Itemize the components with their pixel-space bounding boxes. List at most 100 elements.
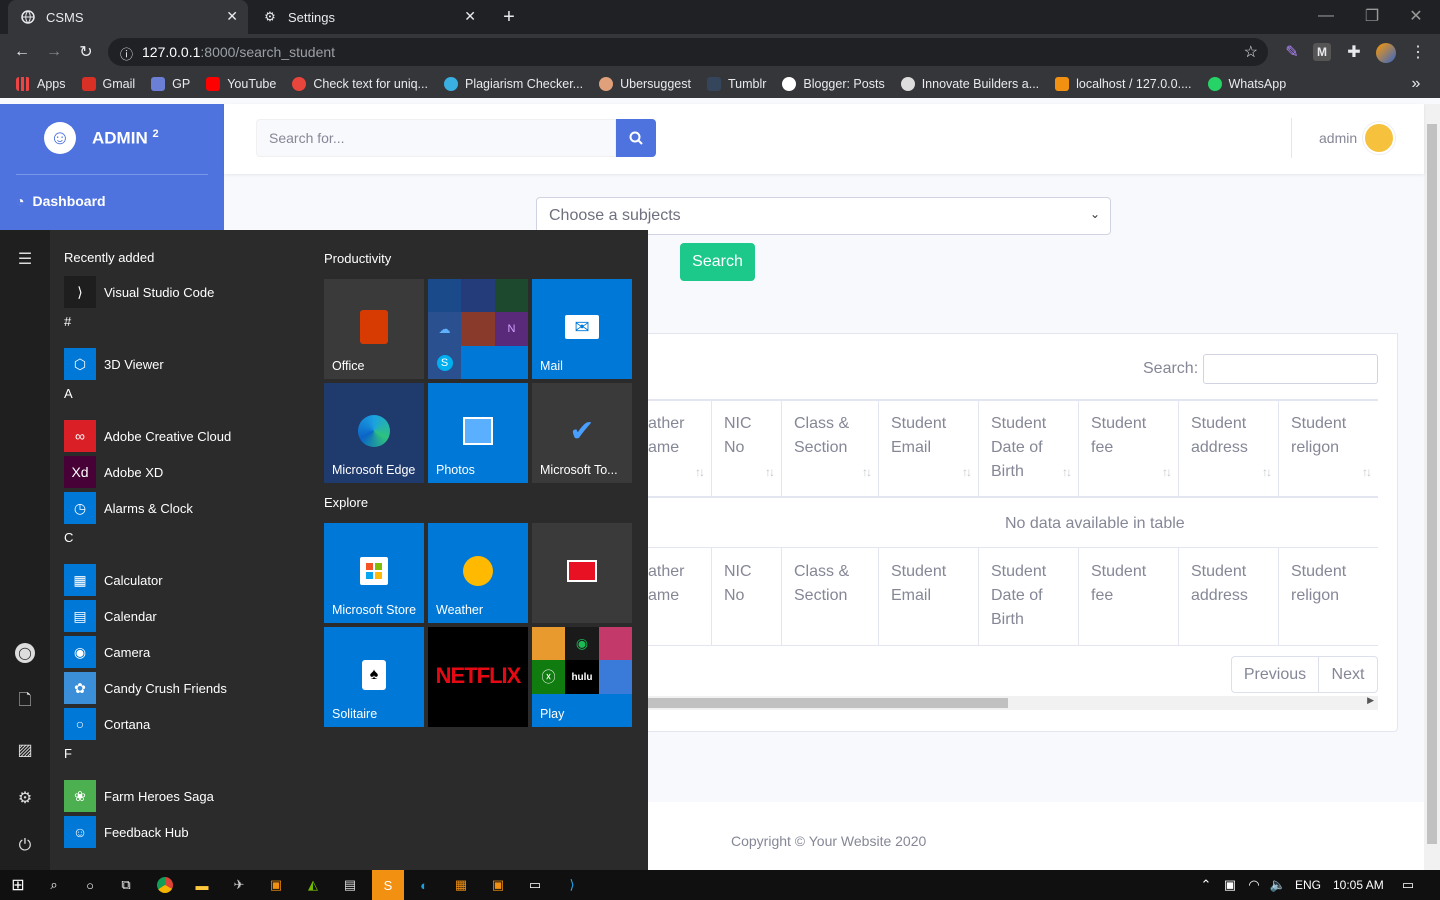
tab-csms[interactable]: CSMS ✕ — [8, 0, 248, 34]
start-app-item[interactable]: ▦ Calculator — [64, 564, 163, 596]
table-hscrollbar[interactable]: ▶ — [640, 695, 1378, 710]
topbar-search-input[interactable]: Search for... — [256, 119, 616, 157]
app-list-letter[interactable]: A — [64, 386, 73, 401]
bookmark-innovate[interactable]: Innovate Builders a... — [900, 77, 1039, 91]
start-app-item[interactable]: Xd Adobe XD — [64, 456, 163, 488]
th-class-section[interactable]: Class & Section ↑↓ — [782, 400, 879, 498]
task-view-icon[interactable]: ⧉ — [114, 873, 138, 897]
tab-settings[interactable]: ⚙ Settings ✕ — [250, 0, 486, 34]
new-tab-icon[interactable]: + — [497, 5, 521, 29]
next-button[interactable]: Next — [1318, 656, 1378, 693]
nvidia-icon[interactable]: ◭ — [301, 873, 325, 897]
tile-office-folder[interactable]: ☁ N S — [428, 279, 528, 379]
start-app-item[interactable]: ☺ Feedback Hub — [64, 816, 189, 848]
user-avatar[interactable] — [1363, 122, 1395, 154]
tray-chevron-icon[interactable]: ⌃ — [1194, 873, 1218, 897]
start-app-item[interactable]: ◉ Camera — [64, 636, 150, 668]
th-student-email[interactable]: Student Email ↑↓ — [879, 400, 979, 498]
more-bookmarks-icon[interactable]: » — [1404, 72, 1428, 96]
tile-office[interactable]: Office — [324, 279, 424, 379]
menu-dots-icon[interactable]: ⋮ — [1406, 40, 1430, 64]
sublime-icon[interactable]: ▦ — [449, 873, 473, 897]
forward-icon[interactable]: → — [42, 40, 66, 64]
user-account-icon[interactable]: ◯ — [15, 643, 35, 663]
tile-weather[interactable]: Weather — [428, 523, 528, 623]
language-indicator[interactable]: ENG — [1295, 878, 1321, 892]
th-student-address[interactable]: Student address ↑↓ — [1179, 400, 1279, 498]
th-student-religon[interactable]: Student religon ↑↓ — [1279, 400, 1378, 498]
restore-icon[interactable]: ❐ — [1360, 4, 1384, 28]
start-app-item[interactable]: ⬡ 3D Viewer — [64, 348, 164, 380]
app-list-letter[interactable]: # — [64, 314, 71, 329]
extension-m-icon[interactable]: M — [1313, 43, 1331, 61]
bookmark-youtube[interactable]: YouTube — [206, 77, 276, 91]
bookmark-apps[interactable]: Apps — [16, 77, 66, 91]
bookmark-check-text[interactable]: Check text for uniq... — [292, 77, 428, 91]
star-icon[interactable]: ☆ — [1244, 42, 1258, 62]
close-window-icon[interactable]: ✕ — [1404, 4, 1428, 28]
extension-pen-icon[interactable]: ✎ — [1280, 40, 1304, 64]
back-icon[interactable]: ← — [10, 40, 34, 64]
previous-button[interactable]: Previous — [1231, 656, 1319, 693]
start-app-item[interactable]: ✿ Candy Crush Friends — [64, 672, 227, 704]
page-scrollbar[interactable] — [1424, 104, 1440, 870]
th-nic-no[interactable]: NIC No ↑↓ — [712, 400, 782, 498]
user-name[interactable]: admin — [1319, 130, 1357, 146]
close-tab-icon[interactable]: ✕ — [226, 8, 238, 25]
start-app-item[interactable]: ▤ Calendar — [64, 600, 157, 632]
tile-play[interactable]: ◉ ⓧ hulu Play — [532, 627, 632, 727]
settings-gear-icon[interactable]: ⚙ — [14, 787, 36, 809]
profile-avatar[interactable] — [1376, 43, 1396, 63]
bookmark-blogger[interactable]: Blogger: Posts — [782, 77, 885, 91]
windows-start-icon[interactable]: ⊞ — [6, 873, 30, 897]
tile-edge[interactable]: Microsoft Edge — [324, 383, 424, 483]
bookmark-gmail[interactable]: Gmail — [81, 77, 135, 91]
address-bar[interactable]: ⓘ 127.0.0.1:8000/search_student ☆ — [108, 38, 1268, 66]
start-app-item[interactable]: ◷ Alarms & Clock — [64, 492, 193, 524]
brand-name[interactable]: ADMIN 2 — [92, 128, 159, 149]
minimize-icon[interactable]: — — [1314, 4, 1338, 28]
search-icon[interactable]: ⌕ — [42, 873, 66, 897]
app-list-letter[interactable]: F — [64, 746, 72, 761]
pictures-icon[interactable]: ▨ — [14, 739, 36, 761]
chrome-icon[interactable] — [153, 873, 177, 897]
xampp-2-icon[interactable]: ▣ — [486, 873, 510, 897]
th-student-fee[interactable]: Student fee ↑↓ — [1079, 400, 1179, 498]
start-app-item[interactable]: ❀ Farm Heroes Saga — [64, 780, 214, 812]
bookmark-gp[interactable]: GP — [151, 77, 190, 91]
notifications-icon[interactable]: ▭ — [1396, 873, 1420, 897]
bookmark-plagiarism[interactable]: Plagiarism Checker... — [443, 77, 583, 91]
tile-photos[interactable]: Photos — [428, 383, 528, 483]
bookmark-whatsapp[interactable]: WhatsApp — [1207, 77, 1286, 91]
bookmark-tumblr[interactable]: Tumblr — [706, 77, 766, 91]
tile-microsoft-todo[interactable]: ✔ Microsoft To... — [532, 383, 632, 483]
vscode-taskbar-icon[interactable]: ⟩ — [560, 873, 584, 897]
tile-microsoft-store[interactable]: Microsoft Store — [324, 523, 424, 623]
tile-news[interactable] — [532, 523, 632, 623]
bookmark-localhost[interactable]: localhost / 127.0.0.... — [1055, 77, 1192, 91]
hamburger-menu-icon[interactable]: ☰ — [14, 248, 36, 270]
terminal-icon[interactable]: ▭ — [523, 873, 547, 897]
file-explorer-icon[interactable]: ▬ — [190, 873, 214, 897]
power-icon[interactable]: ⏻ — [14, 835, 36, 857]
start-app-item[interactable]: ∞ Adobe Creative Cloud — [64, 420, 231, 452]
table-search-input[interactable] — [1203, 354, 1378, 384]
start-app-item[interactable]: ⟩ Visual Studio Code — [64, 276, 214, 308]
tray-display-icon[interactable]: ▣ — [1218, 873, 1242, 897]
reload-icon[interactable]: ↻ — [74, 40, 98, 64]
edge-taskbar-icon[interactable]: ◐ — [412, 873, 436, 897]
start-app-item[interactable]: ○ Cortana — [64, 708, 150, 740]
topbar-search-button[interactable] — [616, 119, 656, 157]
tile-netflix[interactable]: NETFLIX — [428, 627, 528, 727]
sidebar-item-dashboard[interactable]: ◔ Dashboard — [16, 193, 106, 209]
documents-icon[interactable]: 🗋 — [14, 691, 36, 713]
bookmark-ubersuggest[interactable]: Ubersuggest — [599, 77, 691, 91]
xampp-icon[interactable]: ▣ — [264, 873, 288, 897]
wifi-icon[interactable]: ◠ — [1242, 873, 1266, 897]
app-list-letter[interactable]: C — [64, 530, 73, 545]
close-tab-icon[interactable]: ✕ — [464, 8, 476, 25]
puzzle-icon[interactable]: ✚ — [1342, 40, 1366, 64]
search-button[interactable]: Search — [680, 243, 755, 281]
sublime-active-icon[interactable]: S — [372, 870, 404, 900]
tile-solitaire[interactable]: ♠ Solitaire — [324, 627, 424, 727]
